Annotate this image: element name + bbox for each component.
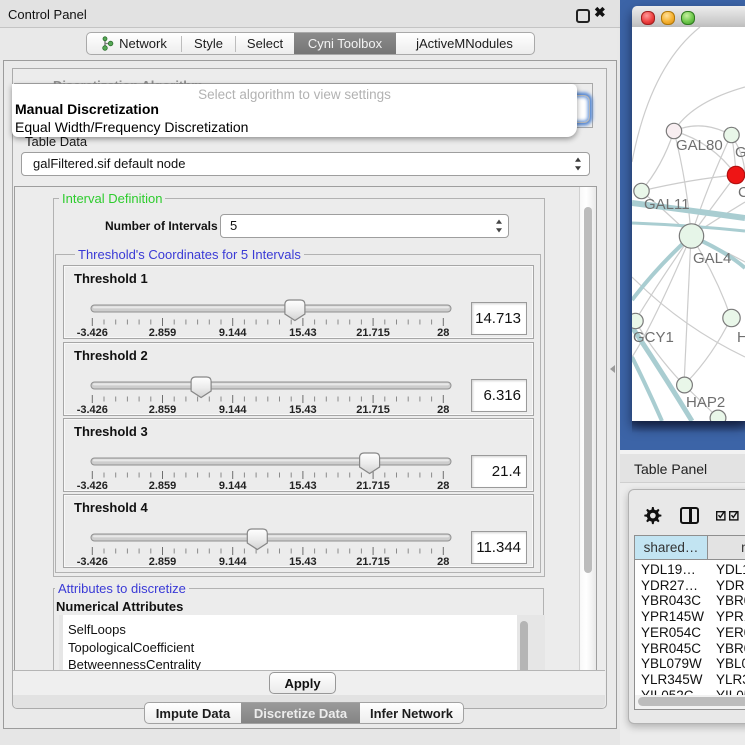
svg-text:9.144: 9.144 [219,480,247,492]
svg-text:HAP2: HAP2 [686,394,725,411]
svg-text:15.43: 15.43 [289,404,317,416]
svg-text:GAL11: GAL11 [644,196,690,213]
svg-text:G: G [735,144,745,161]
svg-text:C: C [738,184,745,201]
svg-text:-3.426: -3.426 [77,404,108,416]
svg-text:21.715: 21.715 [356,327,390,339]
svg-text:GAL4: GAL4 [693,250,731,267]
svg-text:28: 28 [437,556,449,568]
svg-text:-3.426: -3.426 [77,480,108,492]
svg-text:2.859: 2.859 [149,556,177,568]
svg-text:9.144: 9.144 [219,404,247,416]
svg-text:15.43: 15.43 [289,327,317,339]
svg-text:2.859: 2.859 [149,327,177,339]
svg-text:28: 28 [437,327,449,339]
svg-text:21.715: 21.715 [356,556,390,568]
svg-text:15.43: 15.43 [289,480,317,492]
svg-text:21.715: 21.715 [356,404,390,416]
svg-text:H: H [737,329,745,346]
svg-text:GAL80: GAL80 [676,137,723,154]
svg-text:-3.426: -3.426 [77,556,108,568]
svg-text:9.144: 9.144 [219,556,247,568]
svg-text:15.43: 15.43 [289,556,317,568]
svg-text:9.144: 9.144 [219,327,247,339]
svg-text:28: 28 [437,404,449,416]
svg-text:2.859: 2.859 [149,480,177,492]
svg-text:-3.426: -3.426 [77,327,108,339]
svg-text:2.859: 2.859 [149,404,177,416]
svg-text:21.715: 21.715 [356,480,390,492]
svg-text:GCY1: GCY1 [633,329,674,346]
svg-text:28: 28 [437,480,449,492]
